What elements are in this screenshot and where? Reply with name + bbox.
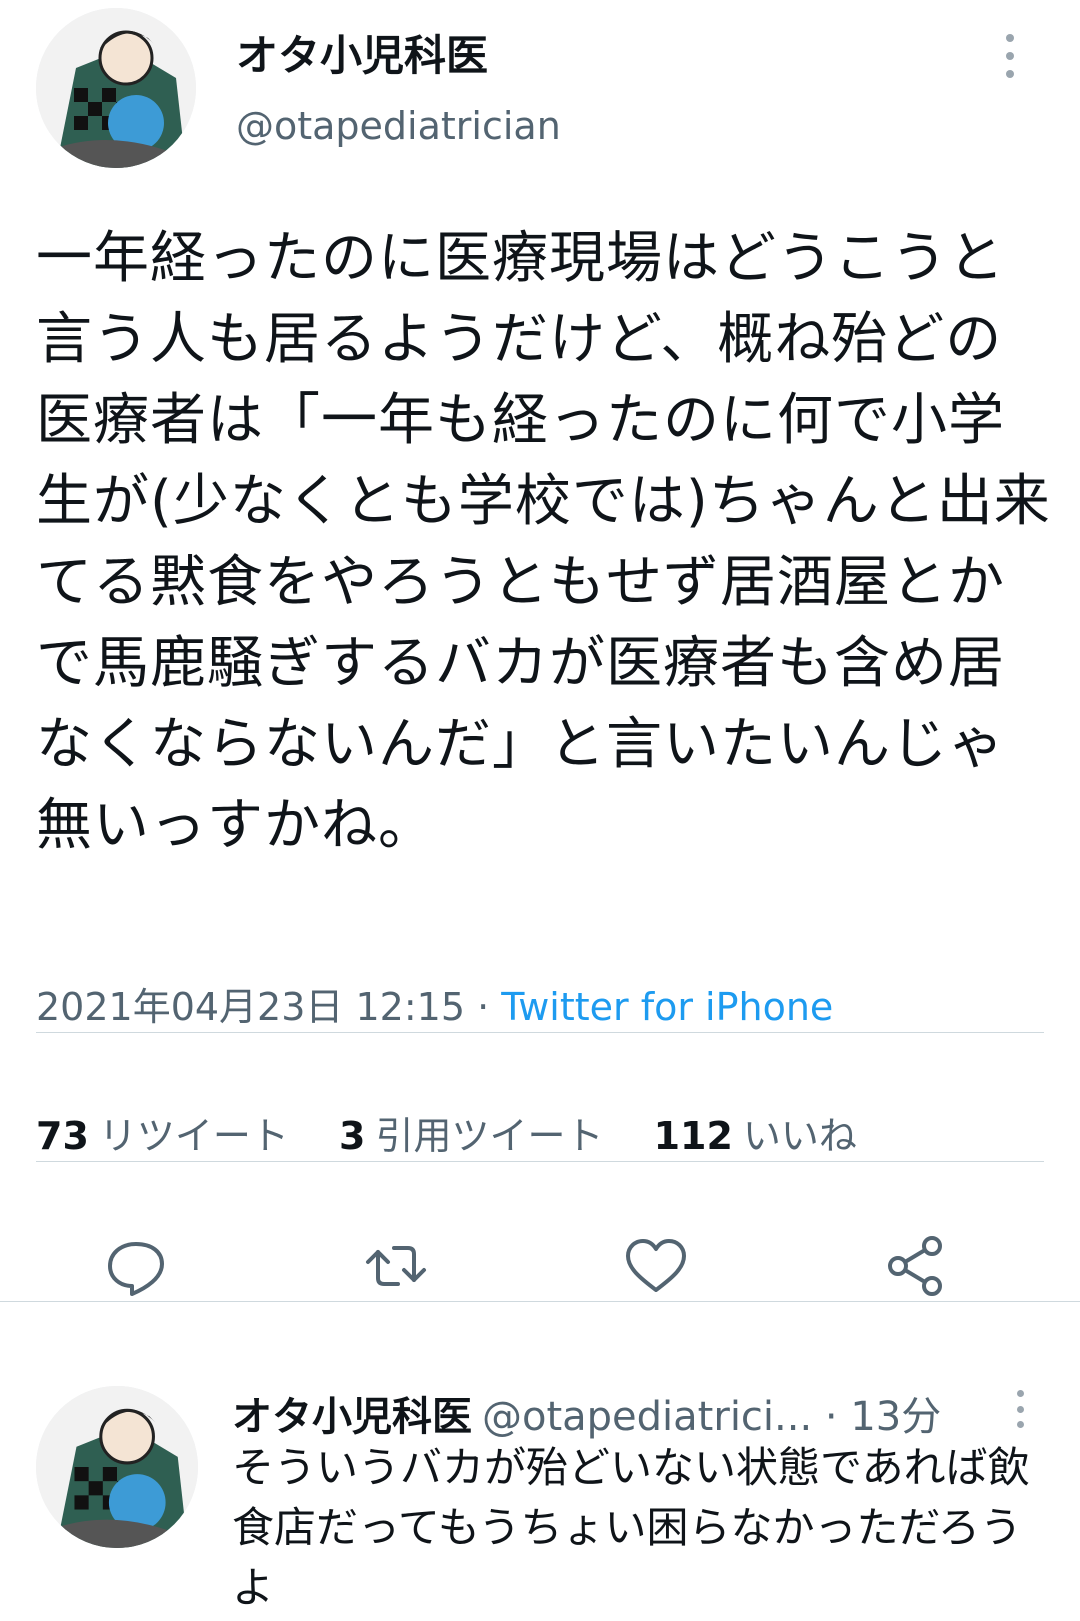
action-bar [100, 1230, 990, 1302]
tweet-text: 一年経ったのに医療現場はどうこうと言う人も居るようだけど、概ね殆どの医療者は「一… [36, 226, 1051, 858]
like-icon [626, 1239, 686, 1292]
divider [36, 1032, 1044, 1033]
tweet-stats: 73 リツイート 3 引用ツイート 112 いいね [36, 1105, 895, 1160]
reply-handle[interactable]: @otapediatrici... [482, 1394, 812, 1440]
retweets-label: リツイート [98, 1114, 289, 1158]
retweets-stat[interactable]: 73 リツイート [36, 1114, 289, 1158]
quotes-count: 3 [339, 1114, 366, 1158]
reply-header: オタ小児科医 @otapediatrici... · 13分 [232, 1384, 941, 1442]
meta-separator: · [465, 985, 502, 1029]
tweet-meta: 2021年04月23日 12:15 · Twitter for iPhone [36, 976, 833, 1031]
share-button[interactable] [880, 1230, 952, 1302]
avatar-image [36, 1386, 198, 1548]
like-button[interactable] [620, 1230, 692, 1302]
likes-count: 112 [653, 1114, 733, 1158]
quotes-stat[interactable]: 3 引用ツイート [339, 1114, 603, 1158]
source-link[interactable]: Twitter for iPhone [501, 985, 833, 1029]
reply-button[interactable] [100, 1230, 172, 1302]
reply-avatar[interactable] [36, 1386, 198, 1548]
reply-display-name[interactable]: オタ小児科医 [232, 1394, 472, 1440]
more-options-icon[interactable] [1004, 34, 1016, 78]
quotes-label: 引用ツイート [375, 1114, 604, 1158]
retweet-button[interactable] [360, 1230, 432, 1302]
reply-icon [108, 1242, 164, 1296]
timestamp[interactable]: 2021年04月23日 12:15 [36, 985, 465, 1029]
reply-more-options-icon[interactable] [1014, 1390, 1026, 1428]
retweet-icon [366, 1246, 426, 1286]
divider [0, 1301, 1080, 1302]
likes-stat[interactable]: 112 いいね [654, 1114, 857, 1158]
avatar-image [36, 8, 196, 168]
avatar[interactable] [36, 8, 196, 168]
share-icon [888, 1236, 942, 1296]
retweets-count: 73 [36, 1114, 89, 1158]
user-handle[interactable]: @otapediatrician [236, 104, 561, 148]
display-name[interactable]: オタ小児科医 [236, 22, 488, 83]
reply-text: そういうバカが殆どいない状態であれば飲食店だってもうちょい困らなかっただろうよ [232, 1443, 1030, 1612]
likes-label: いいね [742, 1114, 857, 1158]
divider [36, 1161, 1044, 1162]
reply-time[interactable]: · 13分 [825, 1394, 941, 1440]
